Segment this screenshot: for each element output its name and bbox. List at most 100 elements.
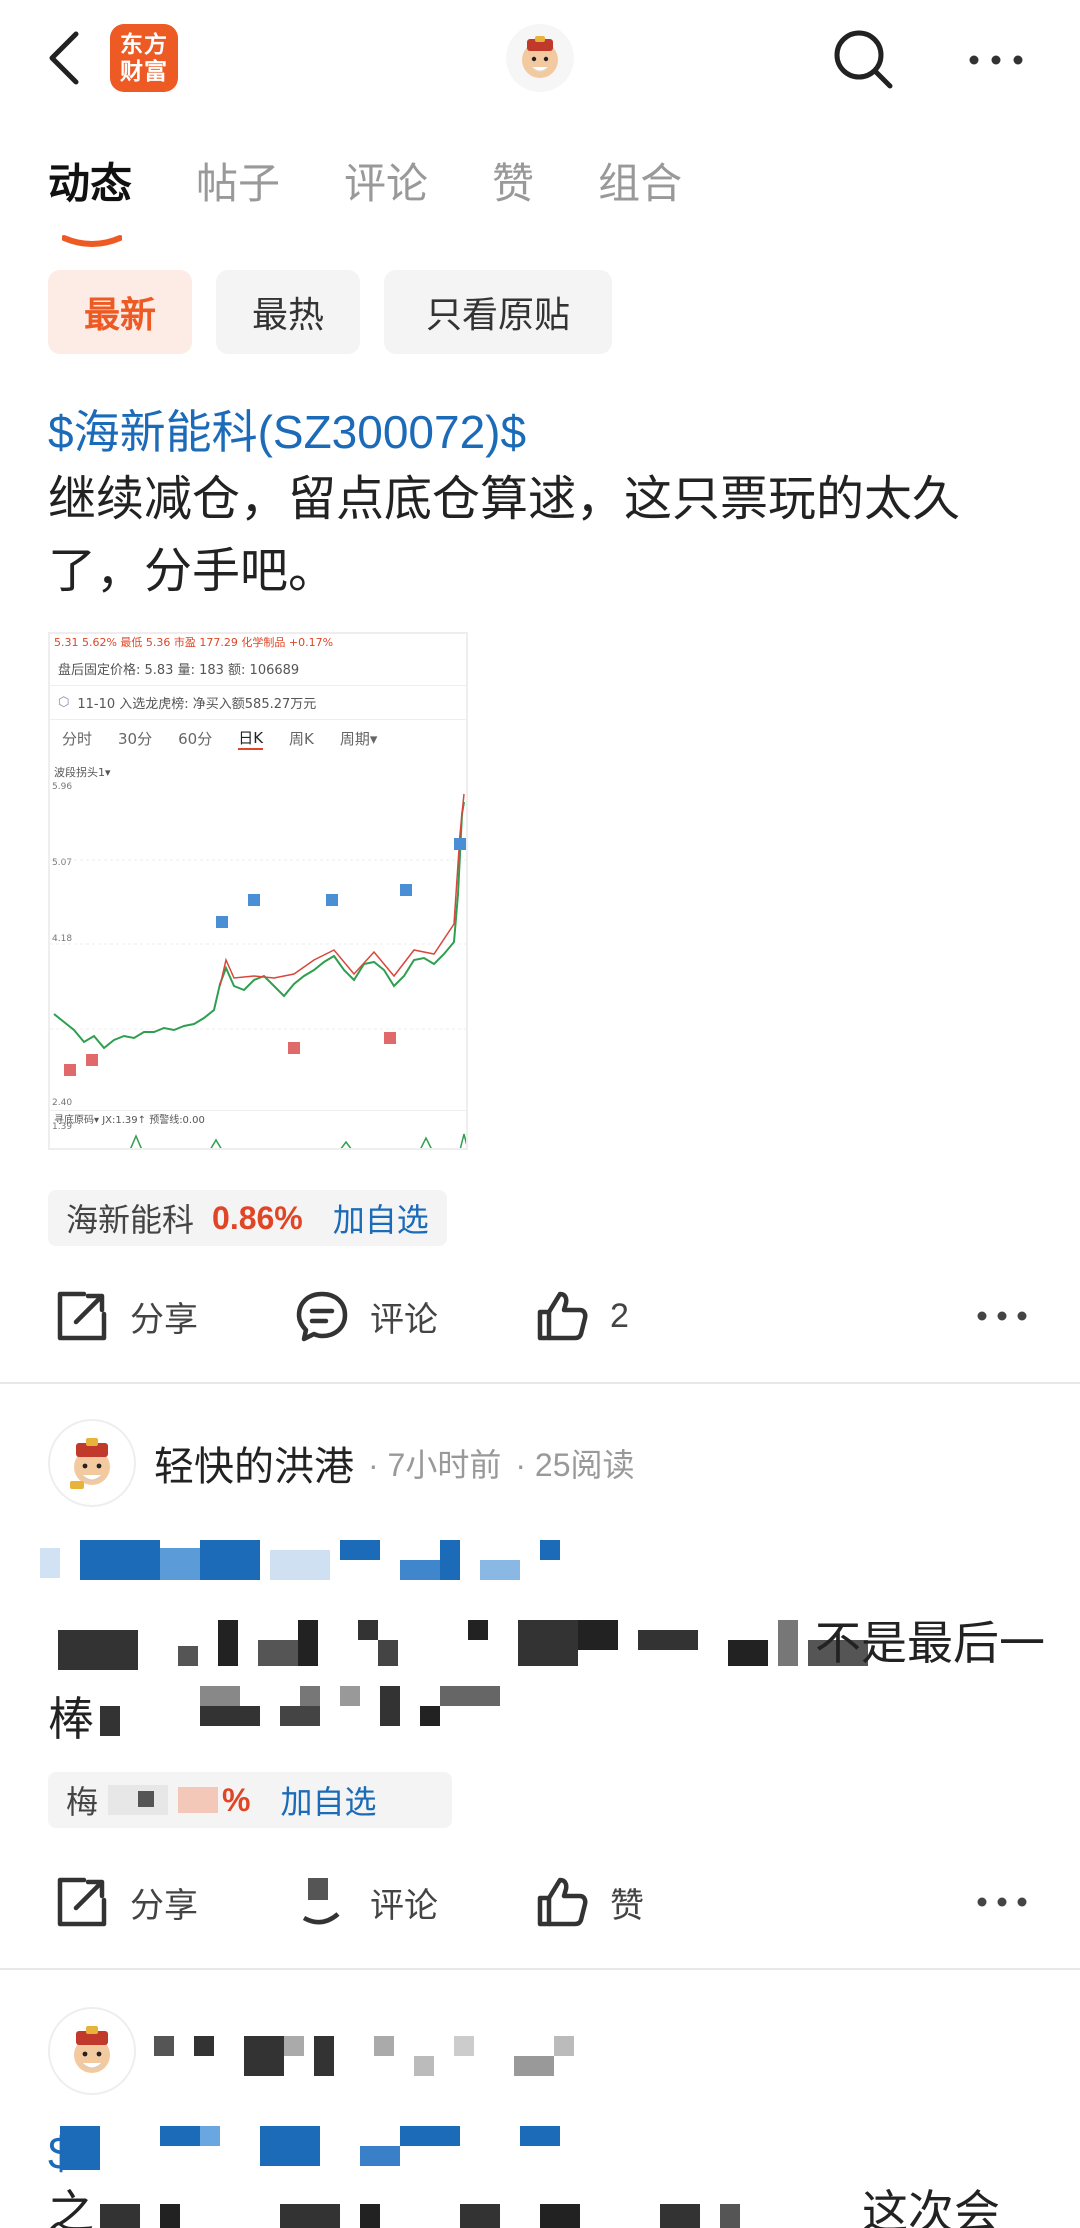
sell-marker <box>326 894 338 906</box>
chart-period-tabs: 分时 30分 60分 日K 周K 周期▾ <box>50 720 466 756</box>
post-stock-link[interactable]: $海新能科(SZ300072)$ <box>48 396 526 462</box>
dragon-tiger-icon: ⬡ <box>58 695 70 710</box>
stock-pill-name: 海新能科 <box>66 1202 195 1238</box>
share-button[interactable]: 分享 <box>54 1862 198 1942</box>
post-more-button[interactable] <box>972 1296 1032 1336</box>
buy-marker <box>86 1054 98 1066</box>
post-text-visible-tail: 不是最后一 <box>815 1617 1045 1669</box>
post-time: · 7小时前 <box>368 1447 502 1483</box>
share-icon <box>57 1877 107 1927</box>
author-name[interactable]: 轻快的洪港 <box>154 1434 354 1492</box>
logo-line-2: 财富 <box>120 58 168 84</box>
post-more-button[interactable] <box>972 1882 1032 1922</box>
post-reads: · 25阅读 <box>515 1447 635 1483</box>
mosaic-post-text-1 <box>48 1620 878 1670</box>
mascot-icon <box>70 1438 110 1489</box>
more-horizontal-icon <box>977 1897 1027 1907</box>
post3-text-head: 之 <box>48 2186 94 2228</box>
post-chart-image[interactable]: 5.31 5.62% 最低 5.36 市盈 177.29 化学制品 +0.17%… <box>48 632 468 1150</box>
tab-activity[interactable]: 动态 <box>48 152 133 247</box>
logo-line-1: 东方 <box>120 31 168 57</box>
chart-dragon-tiger-text: 11-10 入选龙虎榜: 净买入额585.27万元 <box>77 697 317 712</box>
tab-activity-label: 动态 <box>48 160 133 207</box>
period-tab: 30分 <box>118 729 153 748</box>
sell-marker <box>400 884 412 896</box>
chart-dragon-tiger-row: ⬡ 11-10 入选龙虎榜: 净买入额585.27万元 <box>50 686 466 720</box>
mosaic-post3-stock <box>60 2126 580 2170</box>
tab-posts[interactable]: 帖子 <box>196 152 280 232</box>
tab-comments[interactable]: 评论 <box>344 152 428 232</box>
filter-chips: 最新 最热 只看原贴 <box>48 270 636 354</box>
share-label: 分享 <box>130 1886 198 1925</box>
chart-quote-text: 5.31 5.62% 最低 5.36 市盈 177.29 化学制品 +0.17% <box>54 636 334 649</box>
post-text-visible-head: 棒 <box>48 1693 94 1745</box>
period-tab: 60分 <box>178 729 213 748</box>
comment-button[interactable]: 评论 <box>294 1862 438 1942</box>
post-author-row <box>48 2006 714 2096</box>
app-logo[interactable]: 东方 财富 <box>110 24 178 92</box>
search-button[interactable] <box>830 26 896 92</box>
mascot-icon <box>74 2026 110 2073</box>
mosaic-author-name <box>154 2026 714 2076</box>
comment-label: 评论 <box>370 1300 438 1339</box>
post-text[interactable]: 继续减仓，留点底仓算逑，这只票玩的太久了，分手吧。 <box>48 464 1038 608</box>
add-watchlist-button[interactable]: 加自选 <box>280 1777 376 1823</box>
comment-button[interactable]: 评论 <box>294 1276 438 1356</box>
comment-icon <box>302 1878 340 1925</box>
comment-label: 评论 <box>370 1886 438 1925</box>
post-author-row: 轻快的洪港 · 7小时前 · 25阅读 <box>48 1418 635 1508</box>
kline-chart <box>50 793 466 1076</box>
like-button[interactable]: 赞 <box>534 1862 644 1942</box>
buy-marker <box>64 1064 76 1076</box>
active-tab-indicator <box>62 235 122 247</box>
stock-pill-change: 0.86% <box>212 1199 303 1236</box>
search-icon <box>834 30 893 89</box>
share-icon <box>57 1291 107 1341</box>
profile-avatar[interactable] <box>506 24 574 92</box>
chart-after-hours-text: 盘后固定价格: 5.83 量: 183 额: 106689 <box>58 663 300 678</box>
mosaic-stock-link <box>40 1540 580 1590</box>
more-button[interactable] <box>966 40 1026 80</box>
filter-original-only[interactable]: 只看原贴 <box>384 270 612 354</box>
back-button[interactable] <box>42 28 86 88</box>
like-button[interactable]: 2 <box>534 1276 629 1356</box>
share-button[interactable]: 分享 <box>54 1276 198 1356</box>
sell-marker <box>248 894 260 906</box>
period-tab: 分时 <box>62 729 93 748</box>
chart-bottom-indicator: 寻底原码▾ JX:1.39↑ 预警线:0.00 <box>50 1110 466 1128</box>
mosaic-stock-name <box>108 1785 169 1815</box>
comment-icon <box>296 1291 348 1342</box>
stock-pill-name: 梅 <box>66 1784 99 1820</box>
top-bar: 东方 财富 <box>0 0 1080 120</box>
tab-posts-label: 帖子 <box>196 160 281 207</box>
more-horizontal-icon <box>977 1311 1027 1321</box>
profile-tabs: 动态 帖子 评论 赞 组合 <box>48 152 746 247</box>
add-watchlist-button[interactable]: 加自选 <box>333 1195 429 1241</box>
sell-marker <box>216 916 228 928</box>
mascot-icon <box>522 36 558 78</box>
stock-pill-change: % <box>222 1781 251 1818</box>
chevron-left-icon <box>49 31 79 85</box>
mosaic-post3-text <box>100 2204 800 2228</box>
post-divider <box>0 1968 1080 1970</box>
more-horizontal-icon <box>969 55 1023 65</box>
tab-portfolio-label: 组合 <box>598 160 683 207</box>
tab-likes[interactable]: 赞 <box>492 152 534 232</box>
thumbs-up-icon <box>537 1291 588 1341</box>
mosaic-post-text-2 <box>100 1686 520 1746</box>
author-avatar[interactable] <box>48 2007 136 2095</box>
buy-marker <box>384 1032 396 1044</box>
tab-portfolio[interactable]: 组合 <box>598 152 682 232</box>
indicator-subchart <box>130 1133 466 1148</box>
post-action-bar: 分享 评论 赞 <box>48 1862 1032 1942</box>
filter-hot[interactable]: 最热 <box>216 270 360 354</box>
chart-after-hours-row: 盘后固定价格: 5.83 量: 183 额: 106689 <box>50 652 466 686</box>
author-avatar[interactable] <box>48 1419 136 1507</box>
tab-comments-label: 评论 <box>344 160 429 207</box>
stock-pill[interactable]: 海新能科 0.86% 加自选 <box>48 1190 447 1246</box>
post-divider <box>0 1382 1080 1384</box>
post-action-bar: 分享 评论 2 <box>48 1276 1032 1356</box>
filter-latest[interactable]: 最新 <box>48 270 192 354</box>
post3-text-tail: 这次会 <box>862 2186 1000 2228</box>
stock-pill[interactable]: 梅 % 加自选 <box>48 1772 452 1828</box>
